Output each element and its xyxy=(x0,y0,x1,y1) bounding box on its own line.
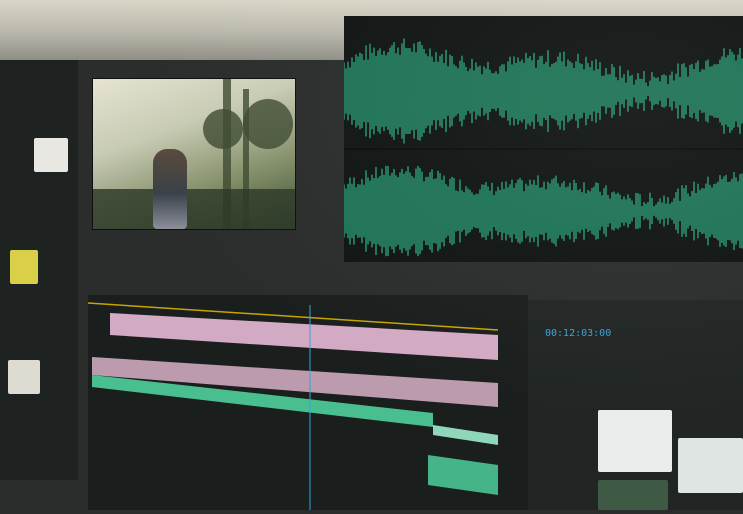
audio-waveform xyxy=(343,16,743,262)
project-panel xyxy=(0,60,78,480)
video-editor-screen: 00:12:03:00 xyxy=(0,0,743,510)
effect-thumb-2[interactable] xyxy=(678,438,743,493)
project-thumb-yellow[interactable] xyxy=(10,250,38,284)
project-thumb-white[interactable] xyxy=(34,138,68,172)
audio-waveform-panel xyxy=(343,16,743,262)
project-thumb-pale[interactable] xyxy=(8,360,40,394)
timeline-tracks xyxy=(87,295,528,510)
effect-thumb-1[interactable] xyxy=(598,410,672,472)
program-monitor-frame xyxy=(92,78,296,230)
sequence-timecode: 00:12:03:00 xyxy=(545,328,612,339)
person-silhouette xyxy=(153,149,187,229)
effect-thumb-3[interactable] xyxy=(598,480,668,510)
timeline-panel xyxy=(87,295,528,510)
